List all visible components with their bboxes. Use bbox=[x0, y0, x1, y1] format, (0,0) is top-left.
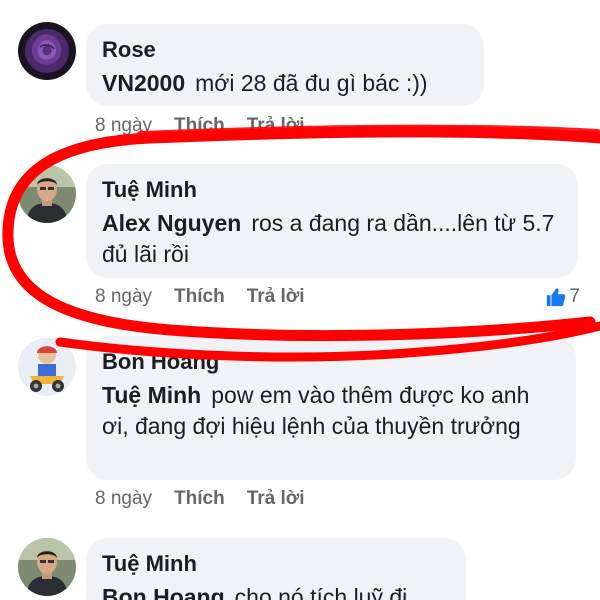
reply-button[interactable]: Trả lời bbox=[247, 115, 305, 137]
comment-author[interactable]: Tuệ Minh bbox=[102, 550, 450, 578]
comment-bubble: Bon Hoang Tuệ Minh pow em vào thêm được k… bbox=[86, 336, 576, 480]
avatar[interactable] bbox=[18, 165, 76, 223]
like-button[interactable]: Thích bbox=[174, 488, 225, 510]
reaction-count-value: 7 bbox=[569, 286, 580, 307]
reply-button[interactable]: Trả lời bbox=[247, 488, 305, 510]
comment-author[interactable]: Rose bbox=[102, 36, 468, 64]
comment-thread: Rose VN2000 mới 28 đã đu gì bác :)) 8 ngà… bbox=[0, 0, 600, 600]
comment-body: Tuệ Minh pow em vào thêm được ko anh ơi, … bbox=[102, 380, 560, 442]
purple-rose-icon bbox=[18, 22, 76, 80]
comment-actions: 8 ngày Thích Trả lời bbox=[95, 488, 305, 510]
comment-body: Alex Nguyen ros a đang ra dần....lên từ 5… bbox=[102, 208, 562, 270]
avatar[interactable] bbox=[18, 538, 76, 596]
reply-button[interactable]: Trả lời bbox=[247, 286, 305, 308]
comment-bubble: Rose VN2000 mới 28 đã đu gì bác :)) bbox=[86, 24, 484, 106]
mention-link[interactable]: VN2000 bbox=[102, 70, 185, 96]
reaction-count[interactable]: 7 bbox=[545, 286, 580, 308]
mention-link[interactable]: Bon Hoang bbox=[102, 584, 225, 600]
man-portrait-icon bbox=[18, 165, 76, 223]
avatar[interactable] bbox=[18, 338, 76, 396]
comment-author[interactable]: Tuệ Minh bbox=[102, 176, 562, 204]
mention-link[interactable]: Alex Nguyen bbox=[102, 210, 241, 236]
comment-timestamp[interactable]: 8 ngày bbox=[95, 286, 152, 308]
mention-link[interactable]: Tuệ Minh bbox=[102, 382, 201, 408]
like-button[interactable]: Thích bbox=[174, 115, 225, 137]
comment-actions: 8 ngày Thích Trả lời bbox=[95, 115, 305, 137]
comment-body: VN2000 mới 28 đã đu gì bác :)) bbox=[102, 68, 468, 99]
avatar[interactable] bbox=[18, 22, 76, 80]
comment-timestamp[interactable]: 8 ngày bbox=[95, 115, 152, 137]
comment-text: cho nó tích luỹ đi bbox=[234, 584, 408, 600]
comment-bubble: Tuệ Minh Bon Hoang cho nó tích luỹ đi bbox=[86, 538, 466, 600]
thumbs-up-icon bbox=[547, 288, 566, 307]
comment-body: Bon Hoang cho nó tích luỹ đi bbox=[102, 582, 450, 600]
comment-text: mới 28 đã đu gì bác :)) bbox=[195, 70, 428, 96]
comment-actions: 8 ngày Thích Trả lời bbox=[95, 286, 305, 308]
man-portrait-icon bbox=[18, 538, 76, 596]
comment-author[interactable]: Bon Hoang bbox=[102, 348, 560, 376]
cartoon-motorbike-icon bbox=[18, 338, 76, 396]
like-button[interactable]: Thích bbox=[174, 286, 225, 308]
comment-bubble: Tuệ Minh Alex Nguyen ros a đang ra dần...… bbox=[86, 164, 578, 278]
comment-timestamp[interactable]: 8 ngày bbox=[95, 488, 152, 510]
